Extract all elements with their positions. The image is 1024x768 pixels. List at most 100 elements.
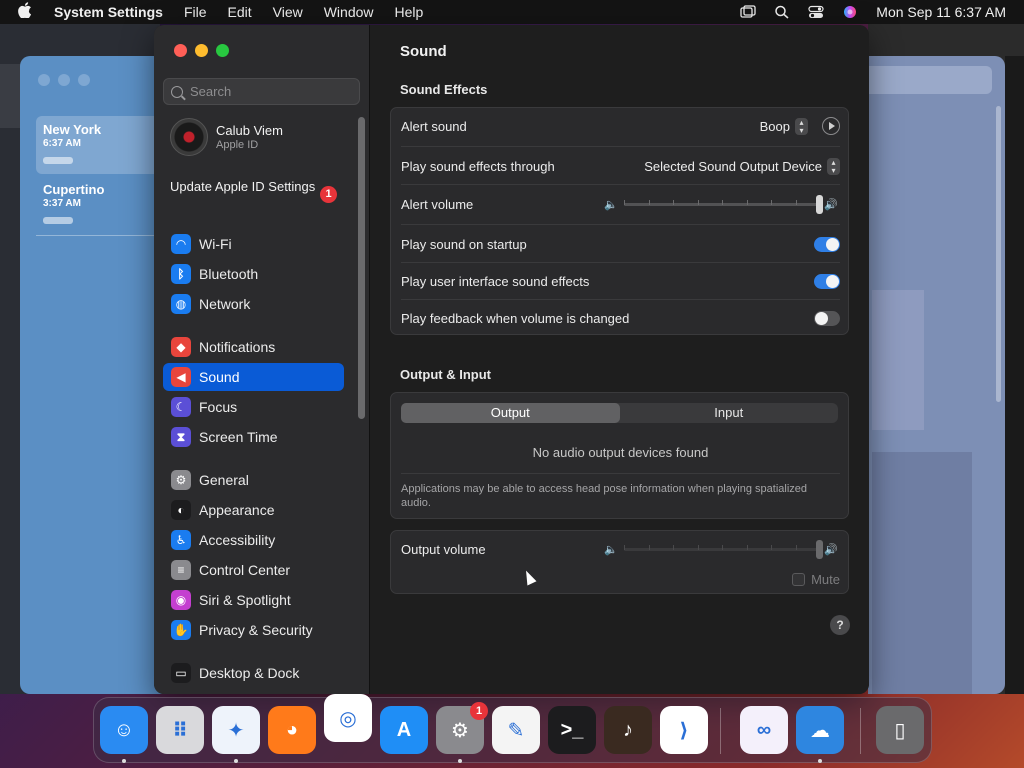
dock-terminal-icon[interactable]: >_ bbox=[548, 706, 596, 754]
alert-sound-popup[interactable]: Boop ▴ ▾ bbox=[760, 117, 808, 135]
play-through-label: Play sound effects through bbox=[401, 158, 555, 174]
control-center-icon: ≡ bbox=[171, 560, 191, 580]
app-menu[interactable]: System Settings bbox=[54, 4, 163, 20]
close-button[interactable] bbox=[174, 44, 187, 57]
chevron-updown-icon: ▴ ▾ bbox=[795, 117, 808, 135]
slider-tick bbox=[697, 199, 699, 205]
feedback-toggle[interactable] bbox=[814, 310, 840, 326]
background-edge bbox=[1005, 56, 1024, 694]
sidebar-item-notifications[interactable]: ◆ Notifications bbox=[163, 333, 344, 361]
dock-visual-studio-icon[interactable]: ∞ bbox=[740, 706, 788, 754]
sidebar-item-appearance[interactable]: ◐ Appearance bbox=[163, 496, 344, 524]
dock-trash-icon[interactable]: ▯ bbox=[876, 706, 924, 754]
mute-checkbox[interactable]: Mute bbox=[792, 572, 840, 587]
minimize-button[interactable] bbox=[195, 44, 208, 57]
sidebar-item-control-center[interactable]: ≡ Control Center bbox=[163, 556, 344, 584]
ui-sound-toggle[interactable] bbox=[814, 273, 840, 289]
slider-tick bbox=[673, 199, 674, 205]
tab-input[interactable]: Input bbox=[620, 403, 839, 423]
sidebar-item-label: Appearance bbox=[199, 502, 275, 518]
sidebar-item-sound[interactable]: ◀ Sound bbox=[163, 363, 344, 391]
slider-tick bbox=[697, 544, 699, 550]
zoom-button[interactable] bbox=[216, 44, 229, 57]
sidebar-scrollbar[interactable] bbox=[358, 117, 365, 419]
dock-launchpad-icon[interactable]: ⠿ bbox=[156, 706, 204, 754]
menubar-clock[interactable]: Mon Sep 11 6:37 AM bbox=[876, 4, 1006, 20]
sidebar-item-screen-time[interactable]: ⧗ Screen Time bbox=[163, 423, 344, 451]
siri-icon: ◉ bbox=[171, 590, 191, 610]
dock-app-store-icon[interactable]: A bbox=[380, 706, 428, 754]
siri-icon[interactable] bbox=[842, 5, 858, 19]
ui-sound-row: Play user interface sound effects bbox=[401, 263, 840, 299]
alert-volume-label: Alert volume bbox=[401, 196, 474, 212]
clock-city-card[interactable]: Cupertino 3:37 AM bbox=[36, 176, 166, 236]
sidebar-item-label: Sound bbox=[199, 369, 240, 385]
sidebar-item-accessibility[interactable]: ♿ Accessibility bbox=[163, 526, 344, 554]
slider-tick bbox=[746, 544, 748, 550]
help-button[interactable]: ? bbox=[830, 615, 850, 635]
slider-tick bbox=[771, 544, 772, 550]
sidebar-item-privacy-security[interactable]: ✋ Privacy & Security bbox=[163, 616, 344, 644]
dock-chrome-icon[interactable]: ◎ bbox=[324, 694, 372, 742]
menu-file[interactable]: File bbox=[184, 4, 207, 20]
sidebar-item-focus[interactable]: ☾ Focus bbox=[163, 393, 344, 421]
output-volume-slider[interactable]: 🔈 🔊 bbox=[604, 539, 840, 559]
weather-forecast-panel bbox=[872, 290, 924, 430]
slider-tick bbox=[648, 199, 650, 205]
alert-sound-row: Alert sound Boop ▴ ▾ bbox=[401, 108, 840, 144]
alert-volume-slider[interactable]: 🔈 🔊 bbox=[604, 194, 840, 214]
sidebar-item-general[interactable]: ⚙ General bbox=[163, 466, 344, 494]
dock-textedit-icon[interactable]: ✎ bbox=[492, 706, 540, 754]
output-input-segmented: Output Input bbox=[401, 403, 838, 423]
output-volume-group: Output volume 🔈 🔊 Mute bbox=[390, 530, 849, 594]
sidebar-item-label: Wi-Fi bbox=[199, 236, 232, 252]
update-badge: 1 bbox=[320, 186, 337, 203]
apple-menu-icon[interactable] bbox=[10, 2, 42, 22]
dock-firefox-icon[interactable]: ◕ bbox=[268, 706, 316, 754]
speaker-low-icon: 🔈 bbox=[604, 543, 618, 556]
checkbox-icon bbox=[792, 572, 806, 586]
accessibility-icon: ♿ bbox=[171, 530, 191, 550]
sidebar-item-bluetooth[interactable]: ᛒ Bluetooth bbox=[163, 260, 344, 288]
dock-garageband-icon[interactable]: ♪ bbox=[604, 706, 652, 754]
sidebar-item-wi-fi[interactable]: ◠ Wi-Fi bbox=[163, 230, 344, 258]
sidebar-item-label: Control Center bbox=[199, 562, 291, 578]
weather-scrollbar[interactable] bbox=[996, 106, 1001, 402]
dock-safari-icon[interactable]: ✦ bbox=[212, 706, 260, 754]
slider-tick bbox=[722, 544, 723, 550]
play-icon[interactable] bbox=[822, 117, 840, 135]
apple-id-account[interactable]: Calub Viem Apple ID bbox=[170, 118, 283, 156]
hourglass-icon: ⧗ bbox=[171, 427, 191, 447]
menu-help[interactable]: Help bbox=[395, 4, 424, 20]
control-center-icon[interactable] bbox=[808, 5, 824, 19]
clock-city-card[interactable]: New York 6:37 AM bbox=[36, 116, 166, 174]
dock-weather-icon[interactable]: ☁ bbox=[796, 706, 844, 754]
dock-finder-icon[interactable]: ☺ bbox=[100, 706, 148, 754]
menu-window[interactable]: Window bbox=[324, 4, 374, 20]
alert-volume-row: Alert volume 🔈 🔊 bbox=[401, 186, 840, 222]
slider-knob[interactable] bbox=[816, 194, 823, 214]
sidebar-item-siri-spotlight[interactable]: ◉ Siri & Spotlight bbox=[163, 586, 344, 614]
sidebar-item-network[interactable]: ◍ Network bbox=[163, 290, 344, 318]
account-subtitle: Apple ID bbox=[216, 139, 259, 151]
startup-sound-toggle[interactable] bbox=[814, 236, 840, 252]
chevron-updown-icon: ▴ ▾ bbox=[827, 157, 840, 175]
ui-sound-label: Play user interface sound effects bbox=[401, 273, 590, 289]
search-input[interactable]: Search bbox=[163, 78, 360, 105]
sidebar: Search Calub Viem Apple ID Update Apple … bbox=[154, 25, 370, 694]
menu-view[interactable]: View bbox=[273, 4, 303, 20]
menu-edit[interactable]: Edit bbox=[228, 4, 252, 20]
clock-city-name: New York bbox=[43, 122, 102, 137]
head-pose-note: Applications may be able to access head … bbox=[401, 483, 808, 509]
tab-output[interactable]: Output bbox=[401, 403, 620, 423]
spotlight-search-icon[interactable] bbox=[774, 5, 790, 19]
window-stack-icon[interactable] bbox=[740, 5, 756, 19]
moon-icon: ☾ bbox=[171, 397, 191, 417]
clock-window-controls bbox=[38, 74, 90, 86]
output-device-popup[interactable]: Selected Sound Output Device ▴ ▾ bbox=[644, 157, 840, 175]
update-apple-id-link[interactable]: Update Apple ID Settings bbox=[170, 179, 340, 195]
divider bbox=[401, 224, 840, 225]
dock-vscode-icon[interactable]: ⟩ bbox=[660, 706, 708, 754]
slider-knob[interactable] bbox=[816, 539, 823, 559]
sidebar-item-desktop-dock[interactable]: ▭ Desktop & Dock bbox=[163, 659, 344, 687]
